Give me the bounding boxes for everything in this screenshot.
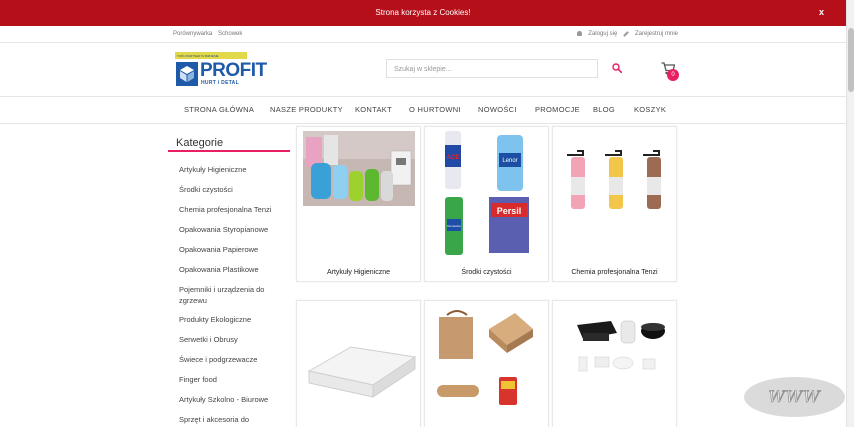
- cookie-bar: Strona korzysta z Cookies! x: [0, 0, 846, 26]
- category-item[interactable]: Serwetki i Obrusy: [179, 334, 279, 345]
- lenor-brand-text: Lenor: [502, 158, 517, 164]
- divider: [0, 42, 846, 43]
- nav-contact[interactable]: KONTAKT: [355, 105, 392, 114]
- product-card-tenzi[interactable]: Chemia profesjonalna Tenzi: [552, 126, 677, 282]
- product-card-label[interactable]: Środki czystości: [425, 269, 548, 276]
- category-item[interactable]: Finger food: [179, 374, 279, 385]
- category-item[interactable]: Chemia profesjonalna Tenzi: [179, 204, 279, 215]
- category-item[interactable]: Opakowania Styropianowe: [179, 224, 279, 235]
- category-item[interactable]: Artykuły Szkolno - Biurowe: [179, 394, 279, 405]
- category-item[interactable]: Artykuły Higieniczne: [179, 164, 279, 175]
- utility-links: Porównywarka Schowek: [173, 31, 246, 37]
- www-watermark-badge: WWW: [744, 377, 845, 417]
- user-icon: [577, 31, 583, 36]
- main-nav: STRONA GŁÓWNA NASZE PRODUKTY KONTAKT O H…: [0, 105, 846, 115]
- tenzi-products-image: [567, 150, 661, 209]
- product-card-label[interactable]: Artykuły Higieniczne: [297, 269, 420, 276]
- nav-blog[interactable]: BLOG: [593, 105, 615, 114]
- divider: [0, 123, 846, 124]
- product-card-plastic[interactable]: [552, 300, 677, 427]
- category-item[interactable]: Świece i podgrzewacze: [179, 354, 279, 365]
- cart-count-badge: 0: [667, 69, 679, 81]
- pencil-icon: [623, 30, 629, 37]
- search-icon[interactable]: [612, 63, 622, 73]
- hygiene-products-image: [303, 131, 415, 206]
- cleaning-products-image: ACE Lenor Domestos Persil: [445, 131, 529, 255]
- styrofoam-box-image: [307, 346, 417, 398]
- domestos-brand-text: Domestos: [447, 224, 461, 228]
- product-card-cleaning[interactable]: ACE Lenor Domestos Persil Środki czystoś…: [424, 126, 549, 282]
- logo-cube-icon: [176, 62, 198, 86]
- www-watermark-text: WWW: [768, 387, 821, 407]
- page-scrollbar[interactable]: [846, 0, 854, 427]
- search-input[interactable]: Szukaj w sklepie...: [386, 59, 598, 78]
- product-card-styrofoam[interactable]: [296, 300, 421, 427]
- category-item[interactable]: Opakowania Papierowe: [179, 244, 279, 255]
- login-label: Zaloguj się: [588, 31, 618, 38]
- cookie-message: Strona korzysta z Cookies!: [375, 8, 471, 17]
- register-label: Zarejestruj mnie: [634, 31, 678, 38]
- plastic-packaging-image: [577, 320, 665, 372]
- categories-underline: [168, 150, 290, 152]
- account-links: Zaloguj się Zarejestruj mnie: [573, 30, 678, 38]
- category-item[interactable]: Sprzęt i akcesoria do: [179, 414, 279, 425]
- cookie-close-button[interactable]: x: [819, 7, 824, 17]
- product-card-hygiene[interactable]: Artykuły Higieniczne: [296, 126, 421, 282]
- nav-home[interactable]: STRONA GŁÓWNA: [184, 105, 254, 114]
- category-item[interactable]: Pojemniki i urządzenia do zgrzewu: [179, 284, 279, 306]
- product-card-label[interactable]: Chemia profesjonalna Tenzi: [553, 269, 676, 276]
- category-item[interactable]: Produkty Ekologiczne: [179, 314, 279, 325]
- paper-packaging-image: [437, 310, 533, 405]
- nav-new[interactable]: NOWOŚCI: [478, 105, 517, 114]
- category-item[interactable]: Środki czystości: [179, 184, 279, 195]
- logo-name: PROFIT: [200, 60, 267, 81]
- register-link[interactable]: Zarejestruj mnie: [623, 30, 678, 38]
- ace-brand-text: ACE: [447, 155, 460, 161]
- scrollbar-thumb[interactable]: [848, 28, 854, 92]
- category-item[interactable]: Opakowania Plastikowe: [179, 264, 279, 275]
- nav-about[interactable]: O HURTOWNI: [409, 105, 461, 114]
- nav-cart[interactable]: KOSZYK: [634, 105, 666, 114]
- compare-link[interactable]: Porównywarka: [173, 31, 212, 37]
- login-link[interactable]: Zaloguj się: [577, 31, 617, 37]
- product-card-paper[interactable]: [424, 300, 549, 427]
- categories-title: Kategorie: [176, 137, 224, 149]
- nav-promotions[interactable]: PROMOCJE: [535, 105, 580, 114]
- wishlist-link[interactable]: Schowek: [218, 31, 242, 37]
- logo-tagline: HURT i DETAL: [201, 80, 239, 86]
- persil-brand-text: Persil: [497, 206, 522, 216]
- divider: [0, 96, 846, 97]
- logo-banner: TWÓJ PARTNER W BIZNESIE: [175, 52, 247, 59]
- nav-products[interactable]: NASZE PRODUKTY: [270, 105, 343, 114]
- site-logo[interactable]: TWÓJ PARTNER W BIZNESIE PROFIT HURT i DE…: [175, 52, 267, 88]
